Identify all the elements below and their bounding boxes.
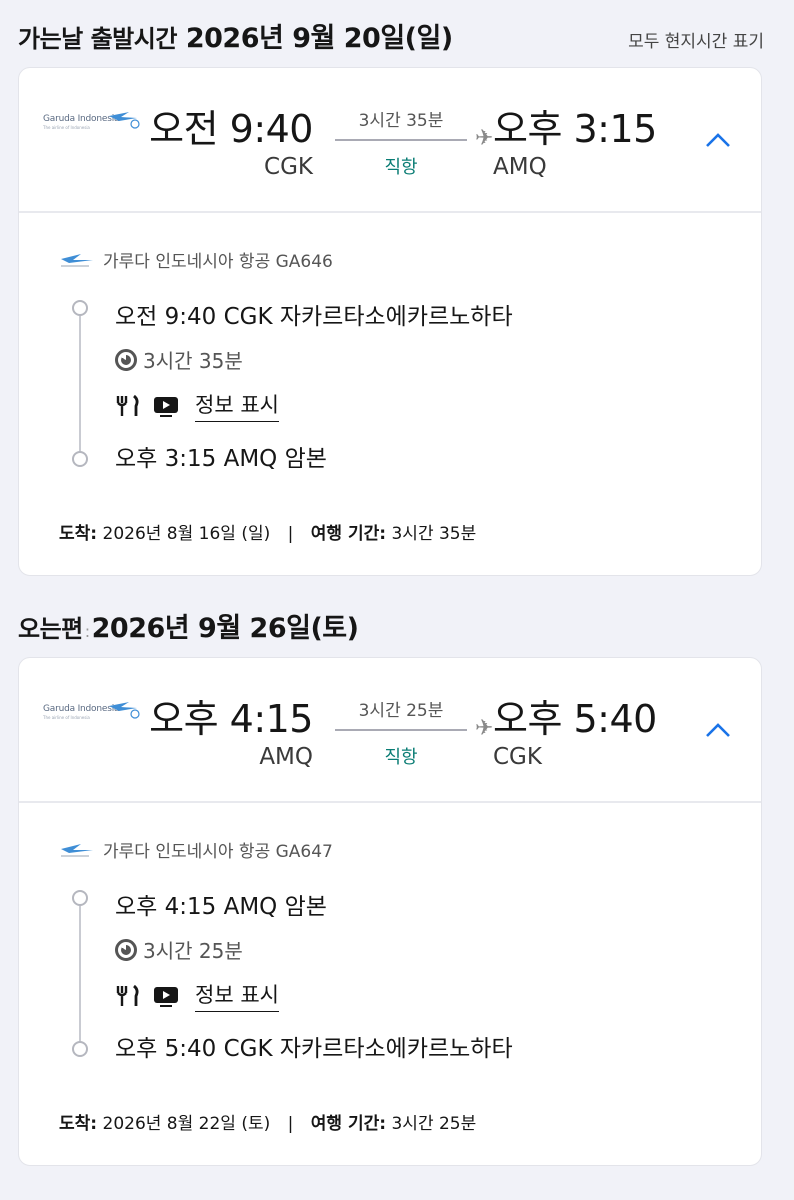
local-time-note: 모두 현지시간 표기 bbox=[628, 32, 764, 52]
return-flight-card: Garuda Indonesia The airline of Indonesi… bbox=[18, 657, 762, 1166]
departure-time: 오후 4:15 bbox=[149, 697, 313, 741]
airplane-icon: ✈ bbox=[475, 716, 494, 741]
flight-duration-block: 3시간 35분 직항 bbox=[335, 106, 467, 179]
collapse-details-button[interactable] bbox=[701, 714, 735, 744]
arrival-label: 도착: bbox=[59, 524, 98, 544]
arrival-dot bbox=[72, 1041, 88, 1057]
arrival-time: 오후 5:40 bbox=[493, 697, 657, 741]
show-info-link[interactable]: 정보 표시 bbox=[195, 979, 279, 1012]
departure-airport: CGK bbox=[264, 154, 313, 180]
outbound-title-lead: 가는날 출발시간 bbox=[18, 25, 177, 53]
flight-duration: 3시간 35분 bbox=[358, 111, 444, 131]
arrival-airport: CGK bbox=[493, 744, 542, 770]
timeline-line bbox=[79, 305, 81, 465]
departure-airport: AMQ bbox=[259, 744, 313, 770]
clock-icon bbox=[115, 938, 137, 961]
arrival-stop: 오후 5:40 CGK 자카르타소에카르노하타 bbox=[115, 1036, 513, 1062]
outbound-summary[interactable]: Garuda Indonesia The airline of Indonesi… bbox=[19, 68, 761, 213]
outbound-title-date: 2026년 9월 20일(일) bbox=[185, 23, 453, 54]
duration-text: 3시간 35분 bbox=[143, 349, 243, 373]
departure-dot bbox=[72, 300, 88, 316]
garuda-logo-icon bbox=[61, 253, 93, 266]
arrival-label: 도착: bbox=[59, 1114, 98, 1134]
return-title-lead: 오는편 bbox=[18, 615, 83, 643]
amenity-row: 정보 표시 bbox=[115, 979, 279, 1012]
arrival-dot bbox=[72, 451, 88, 467]
timeline-line bbox=[79, 895, 81, 1055]
flight-duration: 3시간 25분 bbox=[358, 701, 444, 721]
arrival-time: 오후 3:15 bbox=[493, 107, 657, 151]
route-line bbox=[335, 139, 467, 141]
departure-stop: 오전 9:40 CGK 자카르타소에카르노하타 bbox=[115, 304, 513, 330]
departure-time: 오전 9:40 bbox=[149, 107, 313, 151]
trip-footer: 도착: 2026년 8월 16일 (일) | 여행 기간: 3시간 35분 bbox=[59, 519, 476, 544]
chevron-up-icon bbox=[706, 723, 730, 737]
garuda-logo-icon bbox=[61, 843, 93, 856]
route-line bbox=[335, 729, 467, 731]
departure-dot bbox=[72, 890, 88, 906]
airplane-icon: ✈ bbox=[475, 126, 494, 151]
outbound-flight-card: Garuda Indonesia The airline of Indonesi… bbox=[18, 67, 762, 576]
airline-flight-row: 가루다 인도네시아 항공 GA646 bbox=[59, 247, 333, 272]
travel-time-value: 3시간 25분 bbox=[391, 1114, 477, 1134]
travel-time-value: 3시간 35분 bbox=[391, 524, 477, 544]
arrival-date: 2026년 8월 22일 (토) bbox=[102, 1114, 271, 1134]
amenity-row: 정보 표시 bbox=[115, 389, 279, 422]
return-title: 오는편:2026년 9월 26일(토) bbox=[18, 606, 359, 645]
arrival-airport: AMQ bbox=[493, 154, 547, 180]
direct-flight-label: 직항 bbox=[384, 157, 418, 178]
departure-stop: 오후 4:15 AMQ 암본 bbox=[115, 894, 327, 920]
arrival-date: 2026년 8월 16일 (일) bbox=[102, 524, 271, 544]
footer-divider: | bbox=[287, 524, 294, 544]
meal-icon bbox=[116, 984, 139, 1006]
outbound-header: 가는날 출발시간 2026년 9월 20일(일) 모두 현지시간 표기 bbox=[18, 16, 764, 55]
return-title-sep: : bbox=[84, 622, 90, 641]
meal-icon bbox=[116, 394, 139, 416]
arrival-stop: 오후 3:15 AMQ 암본 bbox=[115, 446, 327, 472]
outbound-detail: 가루다 인도네시아 항공 GA646 오전 9:40 CGK 자카르타소에카르노… bbox=[19, 213, 761, 573]
airline-flight-row: 가루다 인도네시아 항공 GA647 bbox=[59, 837, 333, 862]
trip-footer: 도착: 2026년 8월 22일 (토) | 여행 기간: 3시간 25분 bbox=[59, 1109, 476, 1134]
entertainment-icon bbox=[154, 986, 178, 1007]
entertainment-icon bbox=[154, 396, 178, 417]
duration-row: 3시간 35분 bbox=[115, 345, 243, 374]
clock-icon bbox=[115, 348, 137, 371]
footer-divider: | bbox=[287, 1114, 294, 1134]
travel-time-label: 여행 기간: bbox=[310, 1114, 387, 1134]
garuda-logo-icon: Garuda Indonesia The airline of Indonesi… bbox=[43, 112, 143, 142]
duration-text: 3시간 25분 bbox=[143, 939, 243, 963]
duration-row: 3시간 25분 bbox=[115, 935, 243, 964]
return-summary[interactable]: Garuda Indonesia The airline of Indonesi… bbox=[19, 658, 761, 803]
travel-time-label: 여행 기간: bbox=[310, 524, 387, 544]
collapse-details-button[interactable] bbox=[701, 124, 735, 154]
return-title-date: 2026년 9월 26일(토) bbox=[91, 613, 359, 644]
airline-flight-number: 가루다 인도네시아 항공 GA646 bbox=[103, 252, 333, 272]
flight-duration-block: 3시간 25분 직항 bbox=[335, 696, 467, 769]
show-info-link[interactable]: 정보 표시 bbox=[195, 389, 279, 422]
outbound-title: 가는날 출발시간 2026년 9월 20일(일) bbox=[18, 16, 453, 55]
return-detail: 가루다 인도네시아 항공 GA647 오후 4:15 AMQ 암본 3시간 25… bbox=[19, 803, 761, 1163]
airline-flight-number: 가루다 인도네시아 항공 GA647 bbox=[103, 842, 333, 862]
return-header: 오는편:2026년 9월 26일(토) bbox=[18, 606, 764, 645]
garuda-logo-icon: Garuda Indonesia The airline of Indonesi… bbox=[43, 702, 143, 732]
direct-flight-label: 직항 bbox=[384, 747, 418, 768]
chevron-up-icon bbox=[706, 133, 730, 147]
